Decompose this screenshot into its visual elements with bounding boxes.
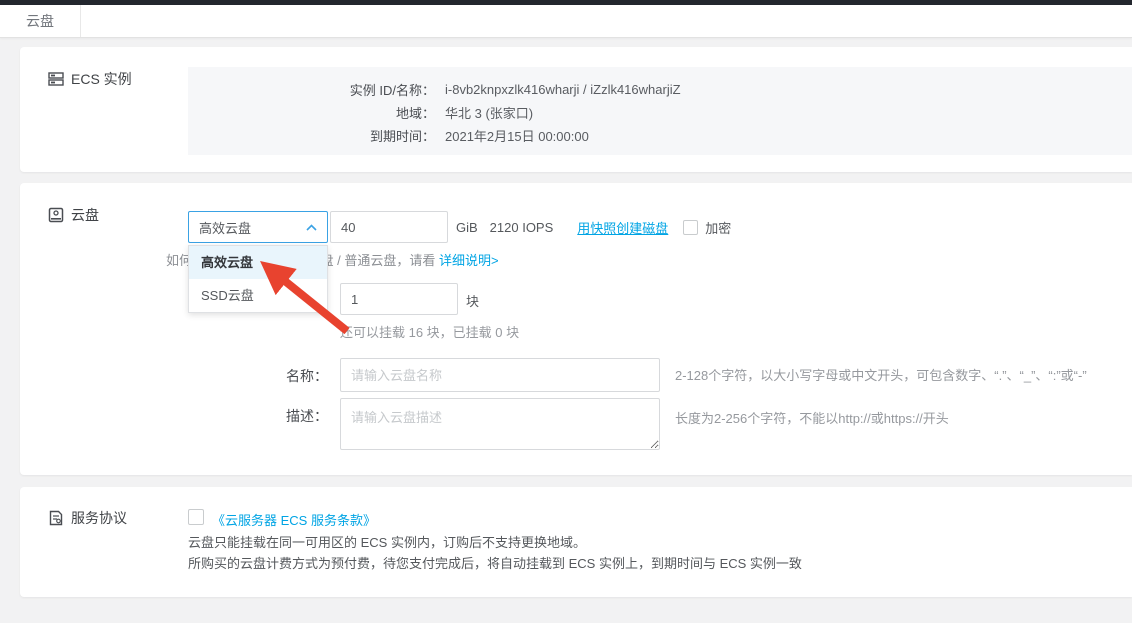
expire-time-label: 到期时间：	[188, 126, 435, 145]
disk-desc-hint: 长度为2-256个字符，不能以http://或https://开头	[675, 408, 949, 427]
tab-cloud-disk[interactable]: 云盘	[0, 5, 81, 37]
disk-quantity-unit: 块	[466, 291, 479, 310]
disk-quantity-input[interactable]	[340, 283, 458, 315]
ecs-instance-card: ECS 实例 实例 ID/名称： i-8vb2knpxzlk416wharji …	[20, 47, 1132, 172]
disk-section-head: 云盘	[48, 205, 99, 225]
tab-bar: 云盘	[0, 5, 1132, 38]
agreement-doc-icon	[48, 510, 64, 526]
disk-name-input[interactable]	[340, 358, 660, 392]
expire-time-row: 到期时间： 2021年2月15日 00:00:00	[188, 124, 1132, 147]
dropdown-option-ssd-disk[interactable]: SSD云盘	[189, 279, 327, 312]
disk-name-hint: 2-128个字符，以大小写字母或中文开头，可包含数字、“.”、“_”、“:”或“…	[675, 365, 1087, 384]
disk-type-selected-value: 高效云盘	[199, 218, 251, 237]
agreement-note-line2: 所购买的云盘计费方式为预付费，待您支付完成后，将自动挂载到 ECS 实例上，到期…	[188, 553, 802, 572]
region-label: 地域：	[188, 103, 435, 122]
create-from-snapshot-link[interactable]: 用快照创建磁盘	[577, 218, 668, 237]
agreement-section-title: 服务协议	[71, 508, 127, 528]
terms-link[interactable]: 《云服务器 ECS 服务条款》	[212, 510, 376, 529]
dropdown-option-efficient-disk[interactable]: 高效云盘	[189, 246, 327, 279]
agreement-note-line1: 云盘只能挂载在同一可用区的 ECS 实例内，订购后不支持更换地域。	[188, 532, 586, 551]
disk-desc-label: 描述：	[258, 406, 328, 426]
encrypt-label: 加密	[705, 218, 731, 237]
disk-type-dropdown: 高效云盘 SSD云盘	[188, 245, 328, 313]
disk-size-unit: GiB	[456, 220, 478, 235]
cloud-disk-card: 云盘 高效云盘 GiB 2120 IOPS 用快照创建磁盘 加密 如何选择高效云…	[20, 183, 1132, 475]
instance-id-label: 实例 ID/名称：	[188, 80, 435, 99]
mount-capacity-info: 还可以挂载 16 块，已挂载 0 块	[340, 322, 519, 341]
disk-iops-text: 2120 IOPS	[490, 220, 554, 235]
terms-checkbox[interactable]	[188, 509, 204, 525]
service-agreement-card: 服务协议 《云服务器 ECS 服务条款》 云盘只能挂载在同一可用区的 ECS 实…	[20, 487, 1132, 597]
server-icon	[48, 71, 64, 87]
region-row: 地域： 华北 3 (张家口)	[188, 101, 1132, 124]
disk-section-title: 云盘	[71, 205, 99, 225]
ecs-section-head: ECS 实例	[48, 69, 132, 89]
expire-time-value: 2021年2月15日 00:00:00	[445, 126, 589, 145]
instance-id-value: i-8vb2knpxzlk416wharji / iZzlk416wharjiZ	[445, 82, 681, 97]
chevron-up-icon	[306, 224, 317, 231]
instance-info-panel: 实例 ID/名称： i-8vb2knpxzlk416wharji / iZzlk…	[188, 67, 1132, 155]
disk-type-detail-link[interactable]: 详细说明>	[439, 253, 499, 268]
ecs-section-title: ECS 实例	[71, 69, 132, 89]
disk-name-label: 名称：	[258, 366, 328, 386]
disk-config-row: 高效云盘 GiB 2120 IOPS 用快照创建磁盘 加密	[188, 211, 731, 243]
disk-icon	[48, 207, 64, 223]
disk-size-input[interactable]	[330, 211, 448, 243]
disk-desc-textarea[interactable]	[340, 398, 660, 450]
instance-id-row: 实例 ID/名称： i-8vb2knpxzlk416wharji / iZzlk…	[188, 78, 1132, 101]
region-value: 华北 3 (张家口)	[445, 103, 533, 122]
agreement-section-head: 服务协议	[48, 508, 127, 528]
disk-type-select[interactable]: 高效云盘	[188, 211, 328, 243]
encrypt-checkbox[interactable]	[683, 220, 698, 235]
